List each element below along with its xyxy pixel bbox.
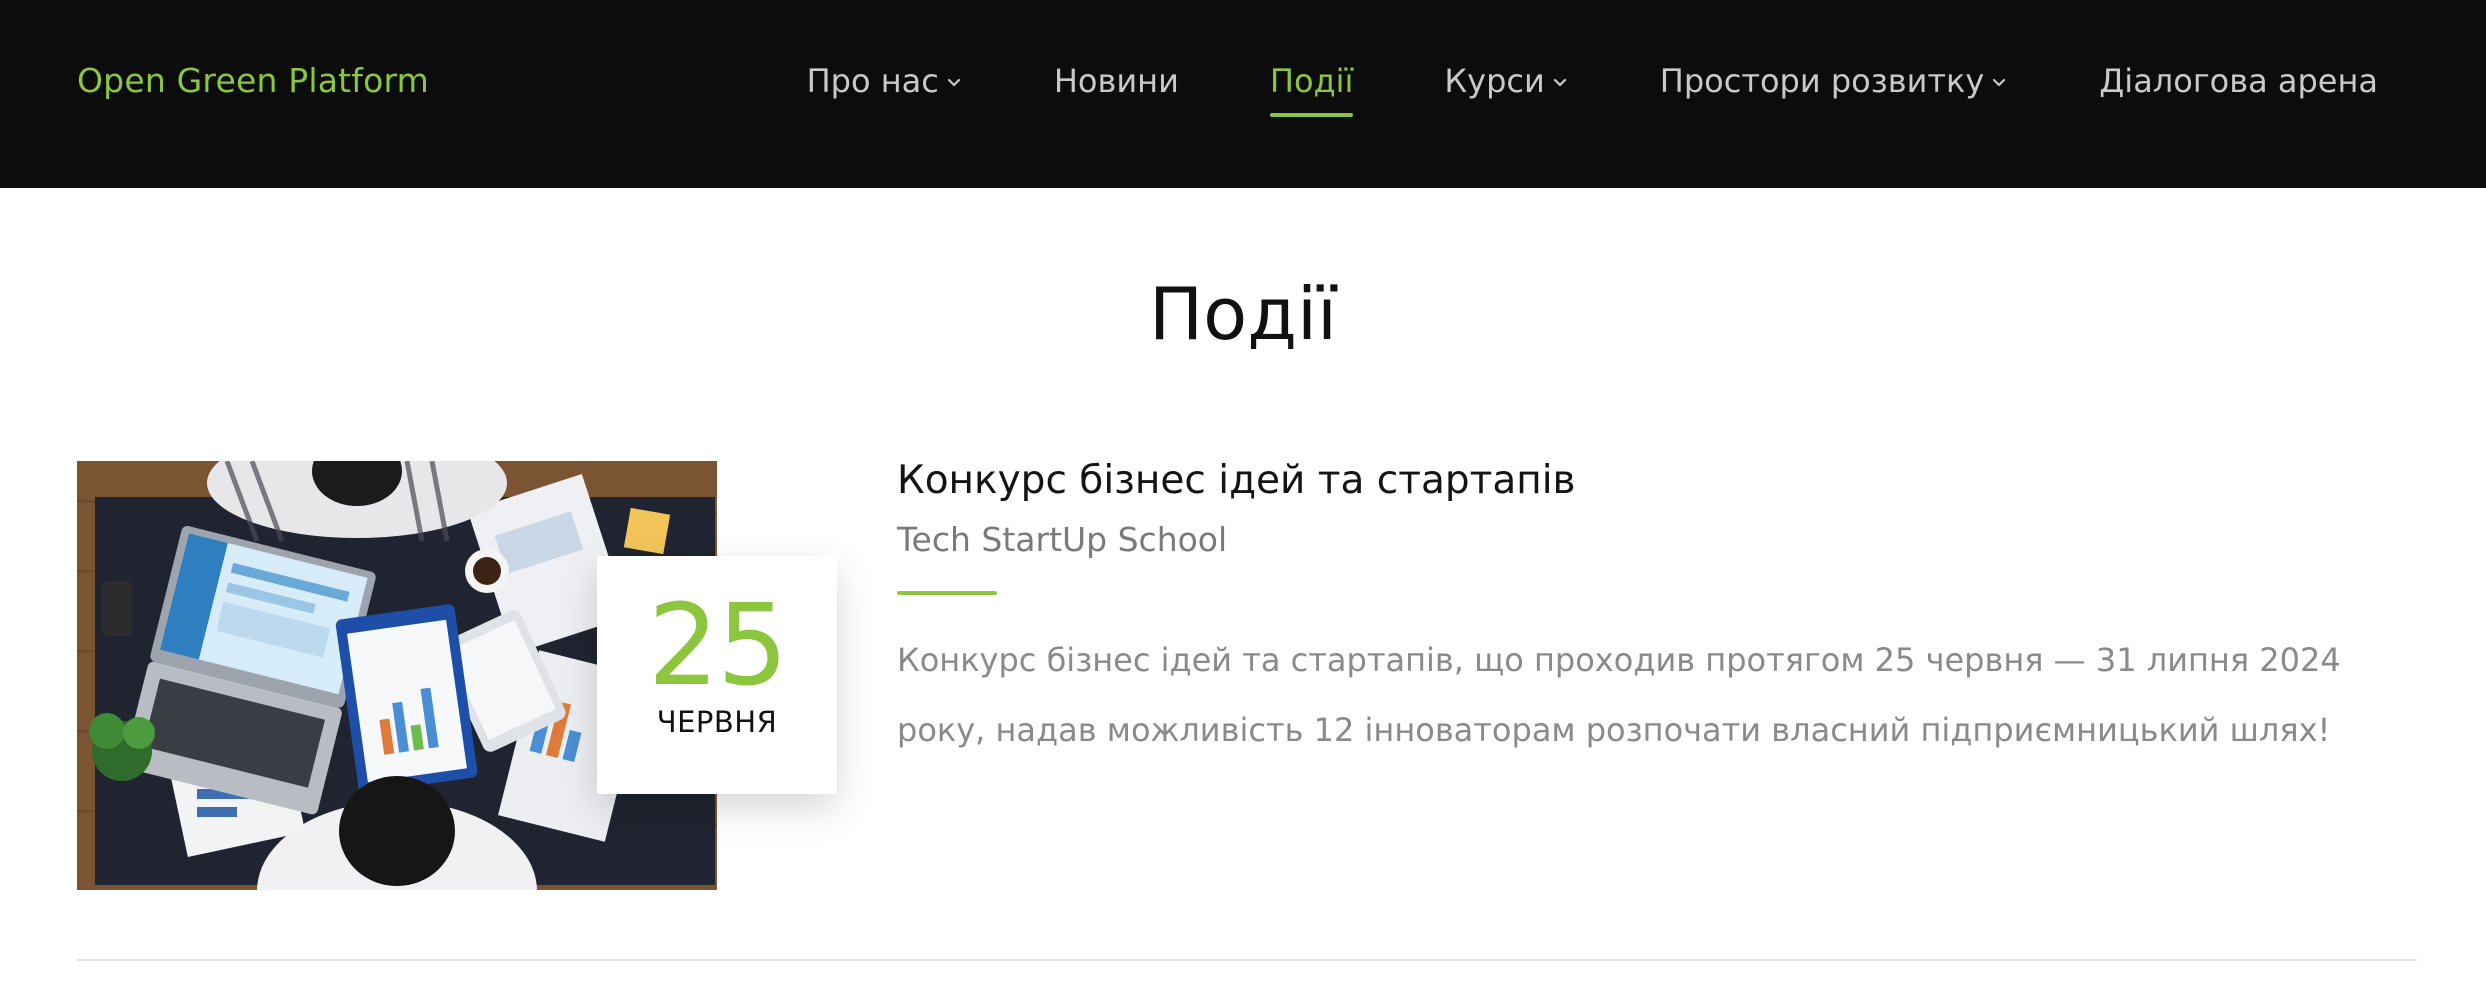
- event-divider: [897, 591, 997, 595]
- event-description: Конкурс бізнес ідей та стартапів, що про…: [897, 641, 2341, 749]
- nav-item-label: Курси: [1444, 62, 1545, 100]
- event-date-day: 25: [647, 581, 789, 711]
- nav-item-about[interactable]: Про нас: [807, 60, 963, 102]
- event-title[interactable]: Конкурс бізнес ідей та стартапів: [897, 453, 1576, 509]
- brand-logo-link[interactable]: Open Green Platform: [77, 60, 429, 102]
- main-nav: Про нас Новини Події Курси Простори розв…: [807, 60, 2378, 120]
- nav-item-label: Про нас: [806, 62, 939, 100]
- event-date-badge: 25 ЧЕРВНЯ: [597, 556, 837, 794]
- chevron-down-icon: [945, 73, 963, 91]
- nav-item-label: Події: [1269, 62, 1354, 100]
- section-divider: [77, 959, 2417, 961]
- nav-item-label: Діалогова арена: [2099, 62, 2378, 100]
- nav-item-dialogue-arena[interactable]: Діалогова арена: [2099, 60, 2378, 102]
- event-organizer: Tech StartUp School: [897, 520, 1228, 559]
- chevron-down-icon: [1990, 73, 2008, 91]
- chevron-down-icon: [1551, 73, 1569, 91]
- nav-item-news[interactable]: Новини: [1054, 60, 1179, 102]
- nav-item-development-spaces[interactable]: Простори розвитку: [1660, 60, 2009, 102]
- event-date-month: ЧЕРВНЯ: [656, 705, 778, 739]
- site-header: Open Green Platform Про нас Новини Події…: [0, 0, 2486, 188]
- nav-item-label: Новини: [1053, 62, 1179, 100]
- nav-item-courses[interactable]: Курси: [1444, 60, 1568, 102]
- nav-item-label: Простори розвитку: [1659, 62, 1985, 100]
- nav-item-events[interactable]: Події: [1269, 60, 1354, 117]
- page-title: Події: [1149, 272, 1337, 356]
